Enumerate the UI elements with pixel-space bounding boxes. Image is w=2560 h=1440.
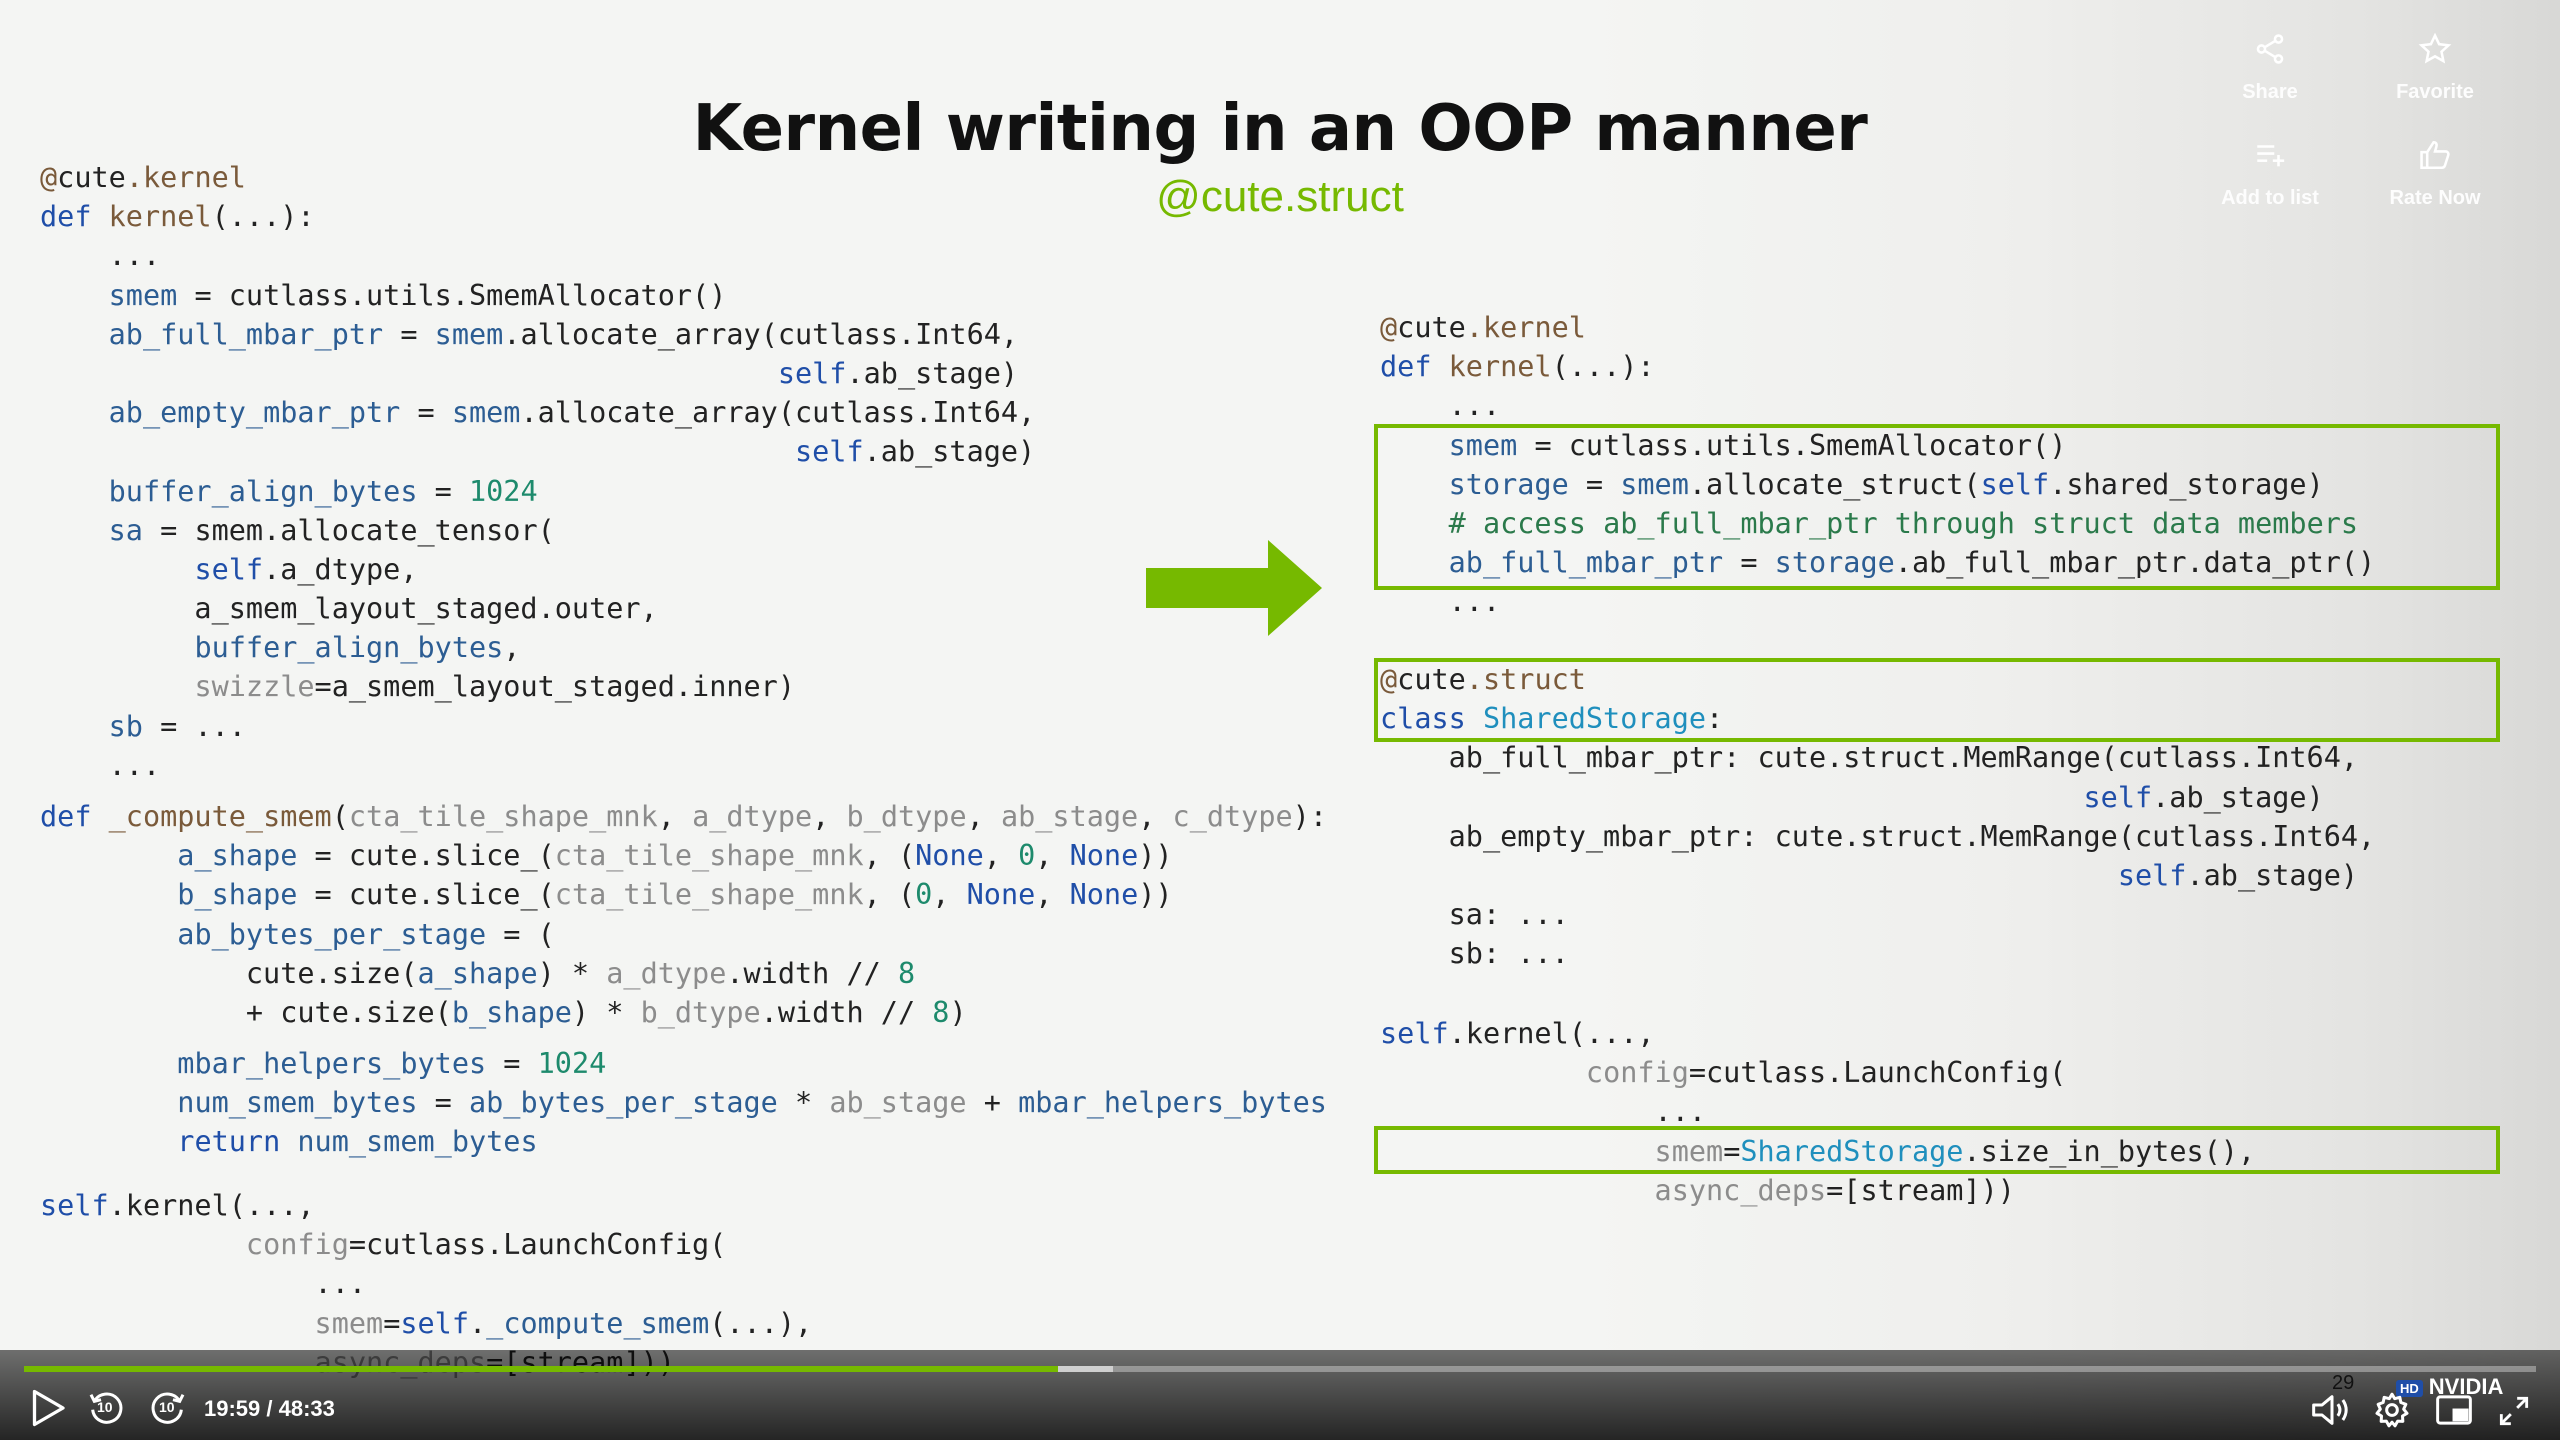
code-line: swizzle=a_smem_layout_staged.inner) — [194, 670, 795, 704]
code-line: config=cutlass.LaunchConfig( — [1585, 1056, 2067, 1090]
code-line: ... — [40, 1267, 367, 1301]
code-line: config=cutlass.LaunchConfig( — [245, 1228, 727, 1262]
highlight-smem-size-box — [1374, 1126, 2500, 1174]
code-line: @cute.kernel — [40, 161, 246, 194]
code-line: buffer_align_bytes = 1024 — [108, 474, 538, 508]
code-line: + cute.size(b_shape) * b_dtype.width // … — [40, 995, 967, 1029]
add-to-list-icon — [2257, 145, 2285, 167]
replay-10-label: 10 — [97, 1399, 113, 1415]
highlight-allocator-box — [1374, 424, 2500, 590]
code-line: smem = cutlass.utils.SmemAllocator() — [108, 278, 727, 312]
code-line: cute.size(a_shape) * a_dtype.width // 8 — [40, 956, 916, 990]
code-line: sa = smem.allocate_tensor( — [108, 513, 555, 547]
add-to-list-button[interactable]: Add to list — [2200, 138, 2340, 210]
code-line: @cute.kernel — [1380, 311, 1586, 344]
code-line: ... — [40, 748, 161, 782]
compute-smem-return-block: mbar_helpers_bytes = 1024 num_smem_bytes… — [40, 1044, 1327, 1162]
code-line: ab_empty_mbar_ptr: cute.struct.MemRange(… — [1380, 819, 2376, 853]
code-line: smem=self._compute_smem(...), — [314, 1306, 813, 1340]
code-line: ab_empty_mbar_ptr = smem.allocate_array(… — [108, 396, 1036, 430]
progress-played — [24, 1366, 1059, 1372]
code-line: ... — [40, 239, 161, 273]
share-icon — [2256, 34, 2284, 64]
star-icon — [2418, 32, 2452, 64]
code-line: self.ab_stage) — [2117, 858, 2359, 892]
share-button[interactable]: Share — [2200, 32, 2340, 104]
code-line: sb = ... — [108, 709, 246, 743]
progress-bar[interactable] — [24, 1366, 2536, 1372]
rate-now-button[interactable]: Rate Now — [2365, 138, 2505, 210]
code-line: self.ab_stage) — [2083, 780, 2324, 814]
code-line: ab_bytes_per_stage = ( — [177, 917, 555, 951]
code-line: b_shape = cute.slice_(cta_tile_shape_mnk… — [177, 878, 1173, 912]
code-line: self.a_dtype, — [194, 552, 418, 586]
favorite-label: Favorite — [2396, 81, 2474, 103]
rate-now-label: Rate Now — [2389, 187, 2481, 209]
highlight-struct-decl-box — [1374, 658, 2500, 742]
right-launch-code-block: self.kernel(..., config=cutlass.LaunchCo… — [1380, 1014, 2255, 1210]
code-line: async_deps=[stream])) — [1654, 1173, 2015, 1207]
code-line: self.kernel(..., — [1380, 1017, 1655, 1050]
slide: Kernel writing in an OOP manner @cute.st… — [0, 0, 2560, 1440]
code-line: sb: ... — [1380, 937, 1569, 971]
slide-title: Kernel writing in an OOP manner — [692, 92, 1868, 166]
picture-in-picture-icon[interactable] — [2434, 1392, 2474, 1428]
code-line: def kernel(...): — [1380, 350, 1655, 384]
code-line: return num_smem_bytes — [177, 1125, 538, 1159]
video-actions: Share Favorite Add to list Rate Now — [2200, 0, 2560, 260]
code-line: self.kernel(..., — [40, 1189, 315, 1222]
replay-10-button[interactable]: 10 — [86, 1388, 126, 1428]
settings-icon[interactable] — [2372, 1390, 2412, 1430]
code-line: mbar_helpers_bytes = 1024 — [177, 1047, 607, 1080]
left-code-block: @cute.kernel def kernel(...): ... smem = … — [40, 158, 1035, 785]
right-arrow-icon — [1146, 540, 1322, 636]
play-icon[interactable] — [30, 1388, 66, 1428]
code-line: ab_full_mbar_ptr: cute.struct.MemRange(c… — [1380, 741, 2359, 775]
volume-icon[interactable] — [2310, 1390, 2354, 1430]
code-line: ab_full_mbar_ptr = smem.allocate_array(c… — [108, 317, 1019, 351]
code-line: ... — [1380, 389, 1501, 423]
fullscreen-icon[interactable] — [2494, 1392, 2534, 1430]
forward-10-label: 10 — [159, 1399, 175, 1415]
compute-smem-code-block: def _compute_smem(cta_tile_shape_mnk, a_… — [40, 797, 1327, 1032]
code-line: self.ab_stage) — [794, 435, 1036, 469]
share-label: Share — [2242, 81, 2298, 103]
code-line: self.ab_stage) — [777, 356, 1019, 390]
time-readout: 19:59 / 48:33 — [204, 1396, 335, 1421]
code-line: a_smem_layout_staged.outer, — [40, 592, 658, 626]
code-line: num_smem_bytes = ab_bytes_per_stage * ab… — [177, 1086, 1327, 1120]
add-to-list-label: Add to list — [2221, 187, 2319, 209]
code-line: buffer_align_bytes, — [194, 631, 521, 665]
code-line: def kernel(...): — [40, 200, 315, 234]
code-line: def _compute_smem(cta_tile_shape_mnk, a_… — [40, 800, 1327, 833]
player-controls-bar — [0, 1350, 2560, 1440]
code-line: sa: ... — [1380, 898, 1569, 932]
favorite-button[interactable]: Favorite — [2365, 32, 2505, 104]
thumbs-up-icon — [2420, 140, 2450, 170]
code-line: a_shape = cute.slice_(cta_tile_shape_mnk… — [177, 839, 1173, 873]
forward-10-button[interactable]: 10 — [148, 1388, 188, 1428]
